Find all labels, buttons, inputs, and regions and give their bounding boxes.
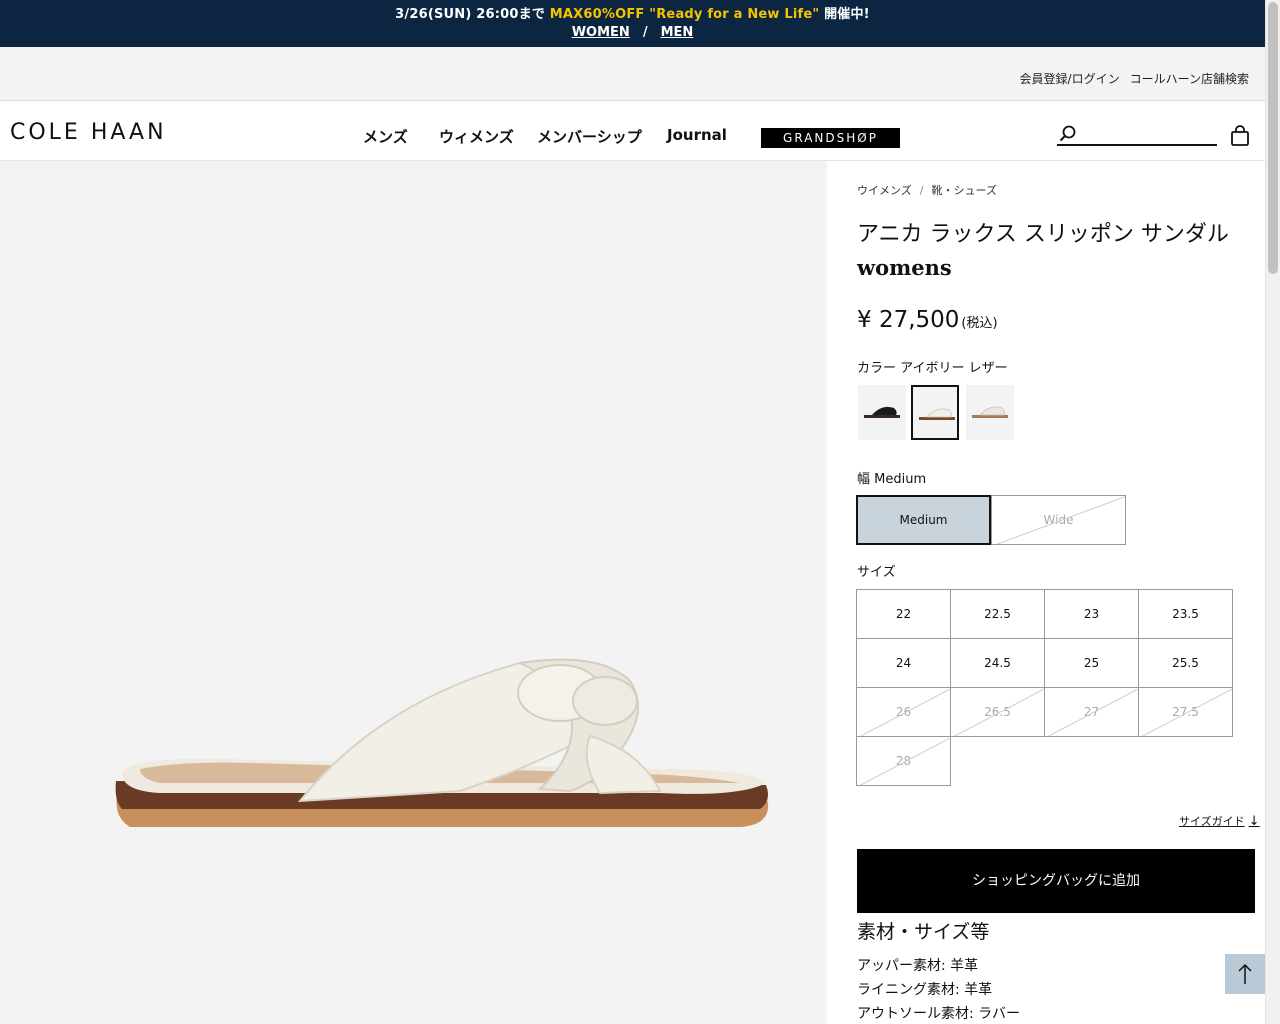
size-26-label: 26 xyxy=(895,705,912,719)
size-22[interactable]: 22 xyxy=(856,589,951,639)
search-input[interactable] xyxy=(1057,122,1217,146)
promo-text: 3/26(SUN) 26:00まで MAX60%OFF "Ready for a… xyxy=(0,3,1265,22)
nav-membership[interactable]: メンバーシップ xyxy=(537,126,642,147)
material-lining: ライニング素材: 羊革 xyxy=(857,982,993,998)
arrow-down-icon: ↓ xyxy=(1248,814,1260,829)
promo-women-link[interactable]: WOMEN xyxy=(572,25,630,40)
search-icon xyxy=(1059,125,1076,142)
login-link[interactable]: 会員登録/ログイン xyxy=(1020,72,1120,86)
utility-links: 会員登録/ログイン コールハーン店舗検索 xyxy=(1010,70,1249,87)
promo-suffix: 開催中! xyxy=(819,7,870,22)
breadcrumb-shoes[interactable]: 靴・シューズ xyxy=(932,184,997,197)
arrow-up-icon xyxy=(1238,963,1252,984)
store-search-link[interactable]: コールハーン店舗検索 xyxy=(1130,72,1249,86)
size-25[interactable]: 25 xyxy=(1044,638,1139,688)
swatch-ivory[interactable] xyxy=(911,385,959,440)
color-label: カラー アイボリー レザー xyxy=(857,361,1008,376)
material-upper: アッパー素材: 羊革 xyxy=(857,958,979,974)
promo-men-link[interactable]: MEN xyxy=(661,25,694,40)
width-medium-button[interactable]: Medium xyxy=(856,495,991,545)
size-27-label: 27 xyxy=(1083,705,1100,719)
add-to-bag-button[interactable]: ショッピングバッグに追加 xyxy=(857,849,1255,913)
shopping-bag-icon[interactable] xyxy=(1230,125,1250,151)
width-wide-label: Wide xyxy=(1043,513,1074,527)
size-24[interactable]: 24 xyxy=(856,638,951,688)
breadcrumb-separator: / xyxy=(919,184,924,197)
size-guide-link[interactable]: サイズガイド ↓ xyxy=(1179,813,1260,829)
back-to-top-button[interactable] xyxy=(1225,954,1265,994)
promo-banner: 3/26(SUN) 26:00まで MAX60%OFF "Ready for a… xyxy=(0,0,1265,47)
size-27-5[interactable]: 27.5 xyxy=(1138,687,1233,737)
size-26-5[interactable]: 26.5 xyxy=(950,687,1045,737)
product-title: アニカ ラックス スリッポン サンダル xyxy=(857,222,1229,247)
swatch-light-icon xyxy=(972,406,1008,418)
page-scrollbar[interactable] xyxy=(1265,0,1280,1024)
product-image-panel xyxy=(0,161,827,1024)
size-27-5-label: 27.5 xyxy=(1172,705,1199,719)
price-value: ¥ 27,500 xyxy=(857,307,960,333)
size-24-5[interactable]: 24.5 xyxy=(950,638,1045,688)
swatch-black-icon xyxy=(864,406,900,418)
promo-separator: / xyxy=(642,25,648,40)
nav-womens[interactable]: ウィメンズ xyxy=(439,126,514,147)
tax-note: (税込) xyxy=(961,316,998,331)
size-label: サイズ xyxy=(857,565,896,580)
swatch-ivory-icon xyxy=(919,408,955,420)
scrollbar-thumb[interactable] xyxy=(1268,2,1278,274)
swatch-black[interactable] xyxy=(858,385,906,440)
breadcrumb: ウイメンズ / 靴・シューズ xyxy=(857,182,997,198)
breadcrumb-womens[interactable]: ウイメンズ xyxy=(857,184,912,197)
main-header: COLE HAAN メンズ ウィメンズ メンバーシップ Journal GRAN… xyxy=(0,102,1265,161)
size-guide-label: サイズガイド xyxy=(1179,815,1245,828)
brand-logo[interactable]: COLE HAAN xyxy=(10,120,167,145)
size-25-5[interactable]: 25.5 xyxy=(1138,638,1233,688)
materials-heading: 素材・サイズ等 xyxy=(857,921,990,943)
size-23[interactable]: 23 xyxy=(1044,589,1139,639)
promo-highlight: MAX60%OFF "Ready for a New Life" xyxy=(549,7,820,22)
width-label: 幅 Medium xyxy=(857,472,927,487)
width-wide-button[interactable]: Wide xyxy=(991,495,1126,545)
utility-bar: 会員登録/ログイン コールハーン店舗検索 xyxy=(0,47,1265,101)
size-27[interactable]: 27 xyxy=(1044,687,1139,737)
product-details: ウイメンズ / 靴・シューズ アニカ ラックス スリッポン サンダル womens … xyxy=(827,161,1265,1024)
promo-date: 3/26(SUN) 26:00まで xyxy=(395,7,550,22)
size-23-5[interactable]: 23.5 xyxy=(1138,589,1233,639)
material-outsole: アウトソール素材: ラバー xyxy=(857,1006,1021,1022)
size-28[interactable]: 28 xyxy=(856,736,951,786)
size-26[interactable]: 26 xyxy=(856,687,951,737)
grandshop-button[interactable]: GRANDSHØP xyxy=(761,128,900,148)
size-26-5-label: 26.5 xyxy=(984,705,1011,719)
product-subtitle: womens xyxy=(857,255,952,280)
nav-mens[interactable]: メンズ xyxy=(363,126,408,147)
product-sandal-image xyxy=(115,658,769,827)
size-22-5[interactable]: 22.5 xyxy=(950,589,1045,639)
size-28-label: 28 xyxy=(895,754,912,768)
promo-links: WOMEN / MEN xyxy=(0,25,1265,40)
swatch-light[interactable] xyxy=(966,385,1014,440)
nav-journal[interactable]: Journal xyxy=(667,126,727,144)
product-price: ¥ 27,500 (税込) xyxy=(857,307,998,333)
